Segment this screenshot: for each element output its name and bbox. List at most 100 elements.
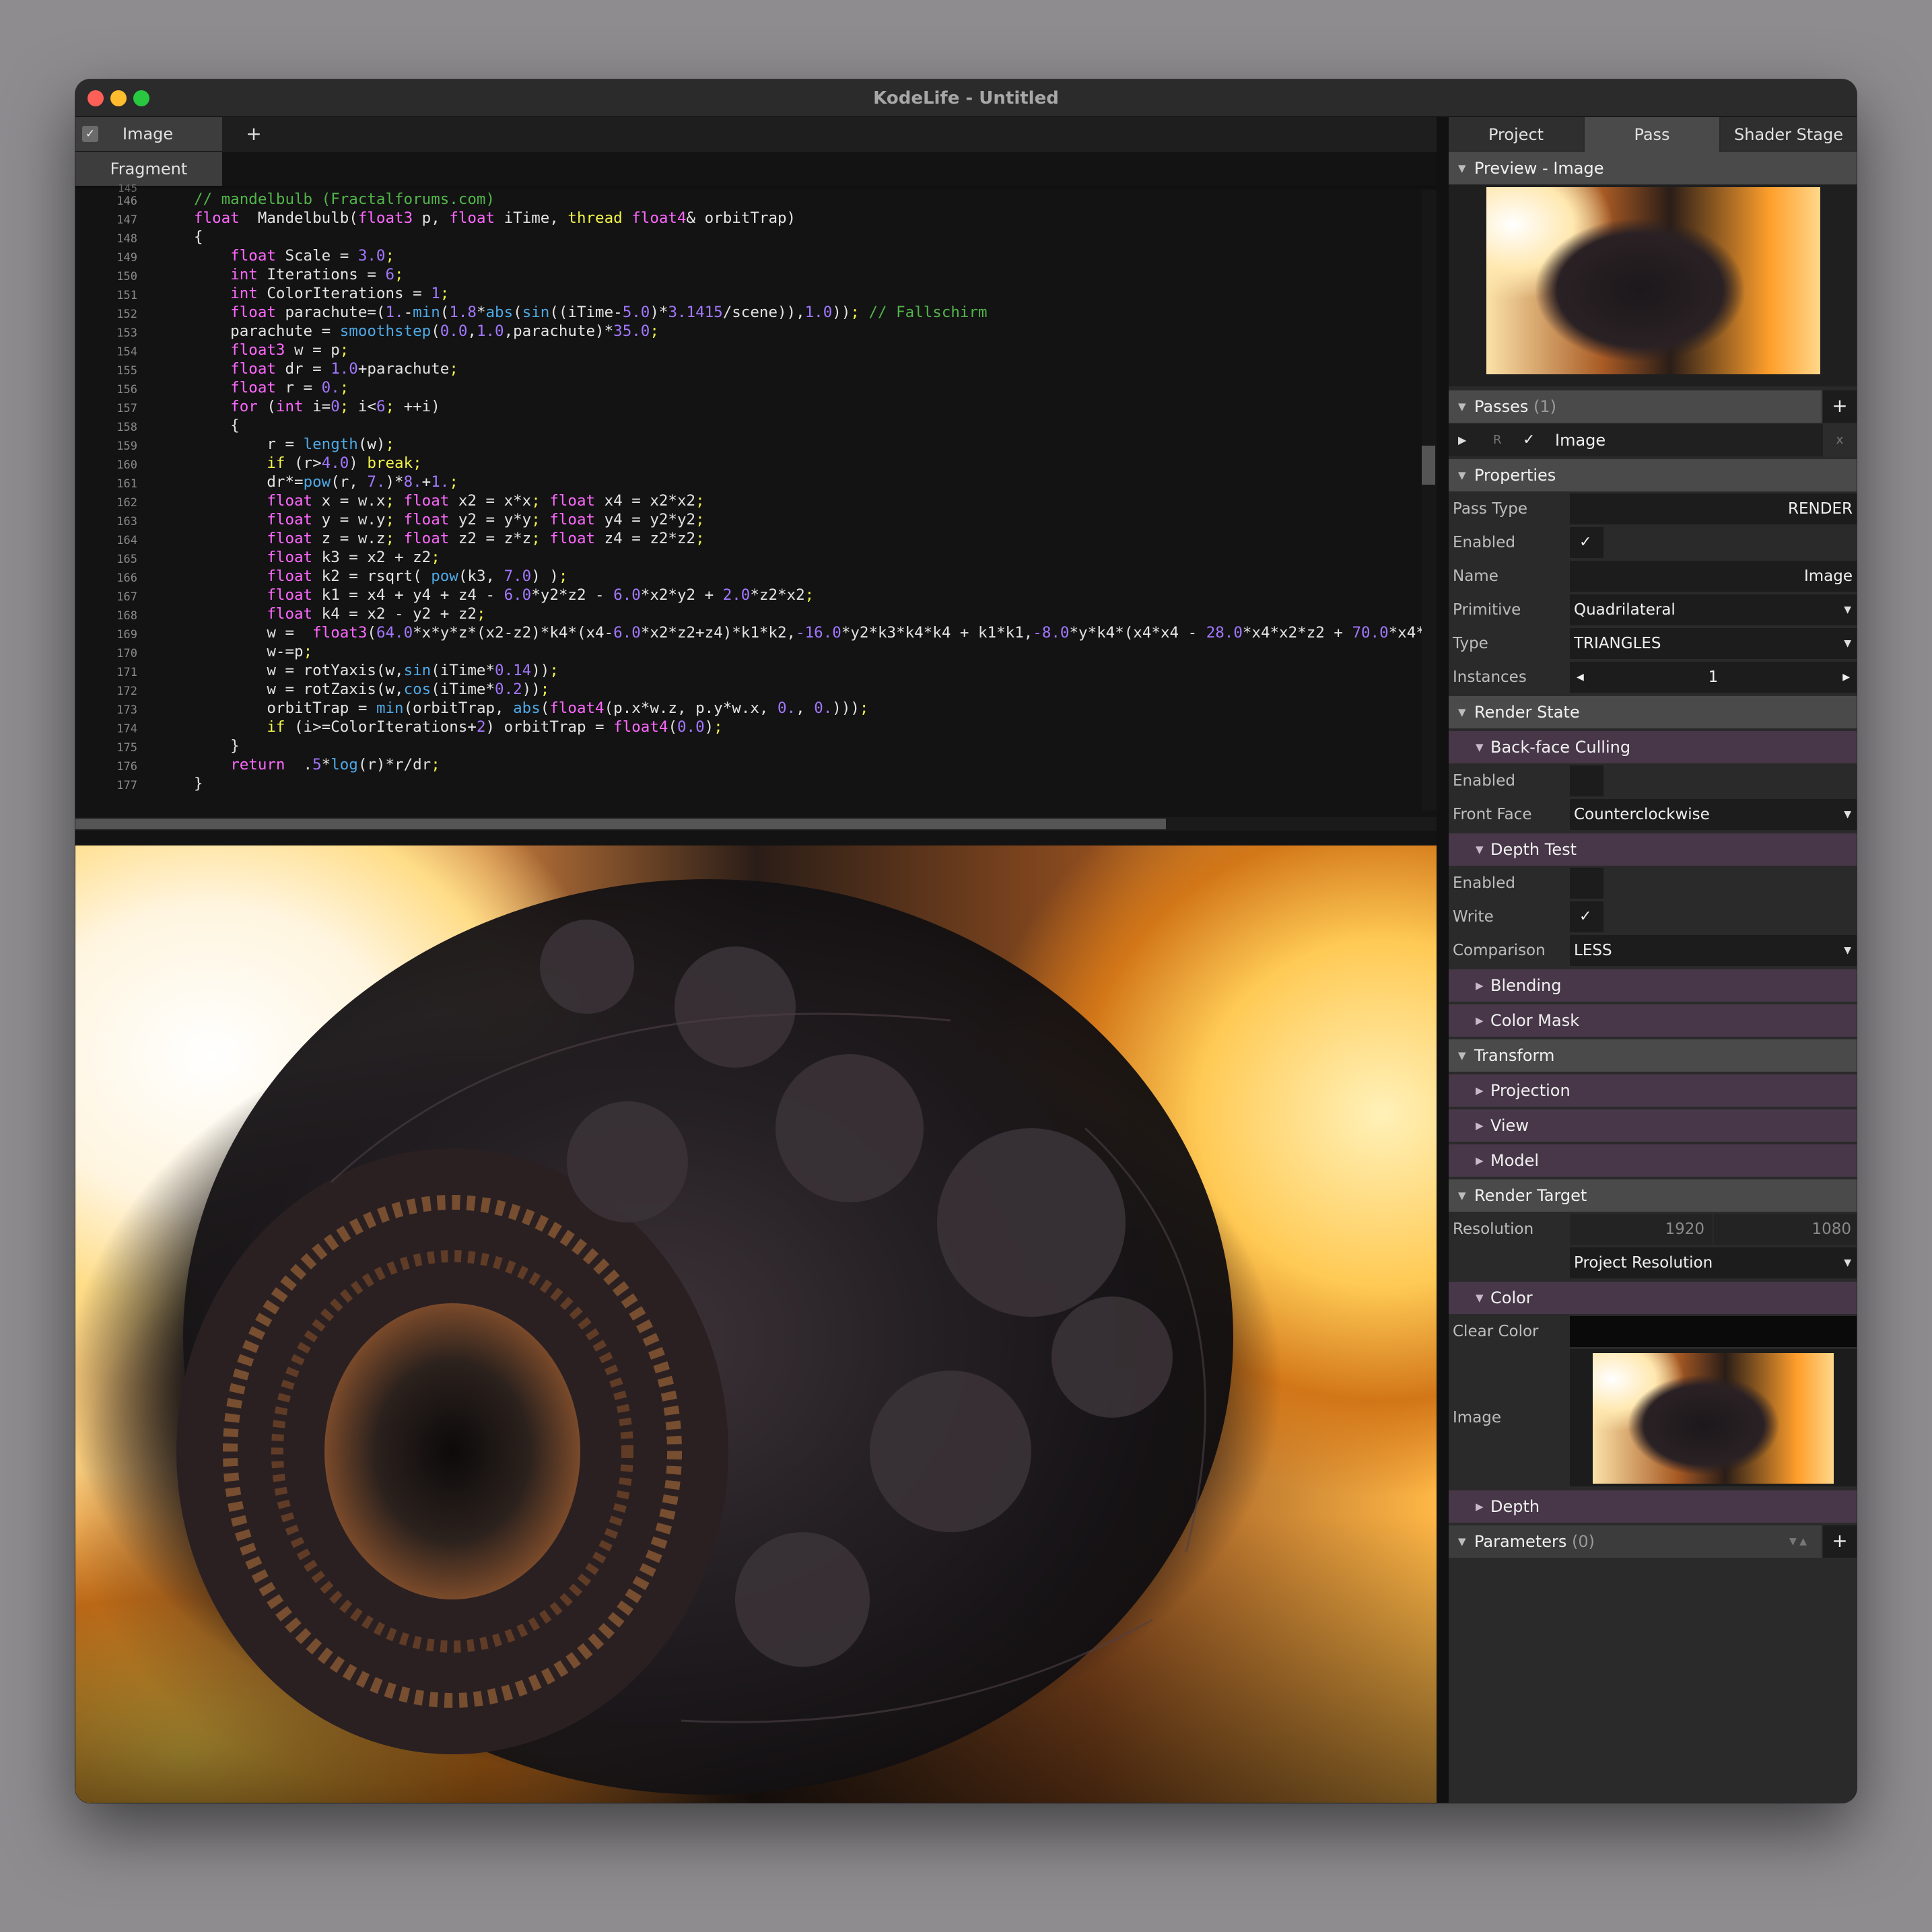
chevron-down-icon: ▼ <box>1844 945 1851 956</box>
pass-type-value-field: RENDER <box>1570 493 1857 524</box>
pass-type-label: Pass Type <box>1453 500 1528 518</box>
pass-row-image[interactable]: ▶ R ✓ Image x <box>1449 424 1857 456</box>
section-depth[interactable]: ▶ Depth <box>1449 1490 1857 1523</box>
horizontal-scrollbar-thumb[interactable] <box>75 819 1166 829</box>
blending-label: Blending <box>1490 976 1562 995</box>
collapse-arrow-icon: ▼ <box>1476 1292 1484 1304</box>
section-backface-culling[interactable]: ▼ Back-face Culling <box>1449 731 1857 763</box>
clear-color-swatch[interactable] <box>1570 1316 1857 1347</box>
play-icon[interactable]: ▶ <box>1458 424 1466 456</box>
section-render-target[interactable]: ▼ Render Target <box>1449 1179 1857 1212</box>
prop-image: Image <box>1449 1349 1857 1486</box>
section-projection[interactable]: ▶ Projection <box>1449 1074 1857 1107</box>
section-depth-test[interactable]: ▼ Depth Test <box>1449 833 1857 866</box>
resolution-height: 1080 <box>1812 1220 1851 1238</box>
type-label: Type <box>1453 635 1488 652</box>
add-pass-button[interactable]: + <box>225 117 283 151</box>
sort-arrows-icon[interactable]: ▼ ▲ <box>1789 1525 1807 1558</box>
section-view[interactable]: ▶ View <box>1449 1109 1857 1142</box>
line-number: 162 <box>116 496 137 510</box>
front-face-dropdown[interactable]: Counterclockwise ▼ <box>1570 799 1857 830</box>
reset-button[interactable]: R <box>1493 424 1502 456</box>
front-face-label: Front Face <box>1453 806 1532 823</box>
instances-stepper[interactable]: ◀ 1 ▶ <box>1570 662 1857 693</box>
prop-primitive: Primitive Quadrilateral ▼ <box>1449 594 1857 626</box>
properties-label: Properties <box>1474 466 1556 485</box>
line-number: 167 <box>116 590 137 604</box>
line-number: 165 <box>116 553 137 566</box>
section-transform[interactable]: ▼ Transform <box>1449 1039 1857 1072</box>
prop-depth-write: Write ✓ <box>1449 901 1857 933</box>
depth-write-checkbox[interactable]: ✓ <box>1570 901 1603 932</box>
comparison-dropdown[interactable]: LESS ▼ <box>1570 935 1857 966</box>
add-pass-plus-button[interactable]: + <box>1823 390 1857 423</box>
line-number: 155 <box>116 364 137 378</box>
prop-resolution: Resolution 1920 1080 <box>1449 1213 1857 1245</box>
editor-divider <box>75 186 1437 188</box>
resolution-width-field[interactable]: 1920 <box>1570 1214 1713 1245</box>
panel-splitter[interactable] <box>1437 117 1449 1803</box>
line-number: 166 <box>116 572 137 585</box>
prop-name: Name Image <box>1449 560 1857 592</box>
prop-backface-enabled: Enabled <box>1449 765 1857 797</box>
horizontal-scrollbar[interactable] <box>75 817 1437 831</box>
line-number: 150 <box>116 270 137 283</box>
code-line: { <box>194 228 203 246</box>
tab-fragment[interactable]: Fragment <box>75 152 222 186</box>
remove-pass-button[interactable]: x <box>1823 424 1857 456</box>
code-editor-pane: ✓ Image + Fragment 145 146// mandelbulb … <box>75 117 1437 898</box>
resolution-mode-dropdown[interactable]: Project Resolution ▼ <box>1570 1247 1857 1278</box>
line-number: 168 <box>116 609 137 623</box>
vertical-scrollbar[interactable] <box>1422 190 1437 810</box>
section-parameters[interactable]: ▼ Parameters (0) ▼ ▲ <box>1449 1525 1822 1558</box>
window-title: KodeLife - Untitled <box>873 88 1059 108</box>
backface-enabled-checkbox[interactable] <box>1570 765 1603 796</box>
section-color[interactable]: ▼ Color <box>1449 1282 1857 1314</box>
comparison-label: Comparison <box>1453 942 1546 959</box>
tab-image[interactable]: ✓ Image <box>75 117 222 151</box>
vertical-scrollbar-thumb[interactable] <box>1422 446 1435 485</box>
section-model[interactable]: ▶ Model <box>1449 1144 1857 1177</box>
code-line: if (i>=ColorIterations+2) orbitTrap = fl… <box>267 718 723 736</box>
render-output-fractal[interactable] <box>75 846 1437 1803</box>
name-input[interactable]: Image <box>1570 561 1857 592</box>
resolution-height-field[interactable]: 1080 <box>1714 1214 1857 1245</box>
pass-enabled-check-icon[interactable]: ✓ <box>1523 424 1535 456</box>
tab-image-checkbox[interactable]: ✓ <box>82 126 98 142</box>
line-number: 163 <box>116 515 137 528</box>
instances-value: 1 <box>1708 668 1719 686</box>
enabled-checkbox[interactable]: ✓ <box>1570 527 1603 558</box>
depth-enabled-checkbox[interactable] <box>1570 868 1603 899</box>
comparison-value: LESS <box>1574 942 1612 959</box>
tab-shader-stage[interactable]: Shader Stage <box>1721 117 1857 152</box>
expand-arrow-icon: ▶ <box>1476 1014 1484 1027</box>
code-line: float3 w = p; <box>230 341 349 359</box>
expand-arrow-icon: ▶ <box>1476 1154 1484 1167</box>
line-number: 177 <box>116 779 137 792</box>
code-area[interactable]: 146 // mandelbulb (Fractalforums.com) 147 f… <box>75 190 1422 810</box>
primitive-dropdown[interactable]: Quadrilateral ▼ <box>1570 594 1857 625</box>
code-line: float parachute=(1.-min(1.8*abs(sin((iTi… <box>230 304 988 321</box>
add-parameter-button[interactable]: + <box>1823 1525 1857 1558</box>
tab-pass[interactable]: Pass <box>1585 117 1719 152</box>
prop-instances: Instances ◀ 1 ▶ <box>1449 661 1857 693</box>
section-passes[interactable]: ▼ Passes (1) <box>1449 390 1822 423</box>
section-color-mask[interactable]: ▶ Color Mask <box>1449 1004 1857 1037</box>
code-line: float Scale = 3.0; <box>230 247 395 265</box>
section-blending[interactable]: ▶ Blending <box>1449 969 1857 1002</box>
type-value: TRIANGLES <box>1574 635 1661 652</box>
expand-arrow-icon: ▶ <box>1476 1084 1484 1097</box>
section-preview[interactable]: ▼ Preview - Image <box>1449 152 1857 184</box>
code-line: r = length(w); <box>194 436 395 453</box>
chevron-down-icon: ▼ <box>1844 638 1851 649</box>
tab-project[interactable]: Project <box>1449 117 1583 152</box>
section-render-state[interactable]: ▼ Render State <box>1449 696 1857 728</box>
title-bar: KodeLife - Untitled <box>75 79 1857 117</box>
section-properties[interactable]: ▼ Properties <box>1449 459 1857 491</box>
type-dropdown[interactable]: TRIANGLES ▼ <box>1570 628 1857 659</box>
inspector-panel: Project Pass Shader Stage ▼ Preview - Ima… <box>1449 117 1857 1803</box>
line-number: 176 <box>116 760 137 773</box>
increment-arrow-icon[interactable]: ▶ <box>1842 662 1850 693</box>
expand-arrow-icon: ▶ <box>1476 1119 1484 1132</box>
pass-type-value: RENDER <box>1788 500 1853 518</box>
